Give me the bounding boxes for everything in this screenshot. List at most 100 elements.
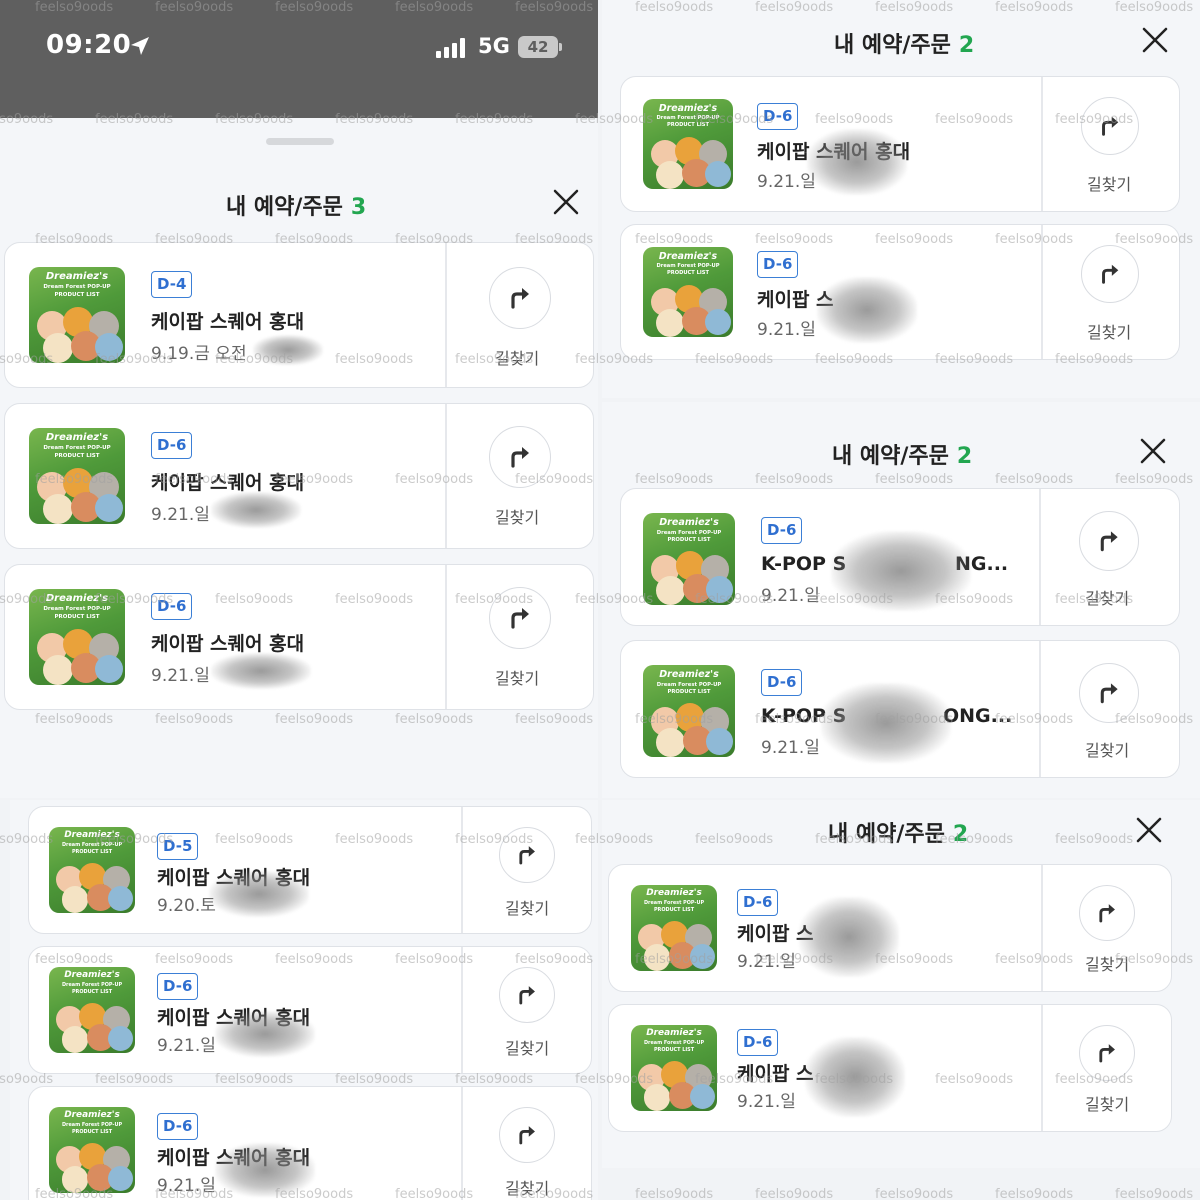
reservation-card[interactable]: Dreamiez's Dream Forest POP-UP PRODUCT LIS… [608, 1004, 1172, 1132]
reservation-count: 2 [952, 822, 969, 847]
directions-label: 길찾기 [1085, 955, 1130, 974]
thumbnail-subtitle: Dream Forest POP-UP [43, 606, 111, 613]
directions-button[interactable] [1079, 663, 1139, 723]
directions-label: 길찾기 [495, 508, 540, 527]
dday-badge: D-6 [151, 593, 193, 620]
directions-button[interactable] [489, 267, 551, 329]
directions-button[interactable] [499, 967, 555, 1023]
turn-right-arrow-icon [519, 1126, 535, 1145]
plush-figure [108, 1026, 134, 1052]
directions-button[interactable] [489, 426, 551, 488]
directions-label: 길찾기 [505, 899, 550, 918]
event-thumbnail: Dreamiez's Dream Forest POP-UP PRODUCT LIS… [643, 247, 733, 337]
directions-button[interactable] [489, 587, 551, 649]
sheet-title-text: 내 예약/주문 [834, 33, 951, 58]
directions-button[interactable] [1079, 511, 1139, 571]
reservation-card[interactable]: Dreamiez's Dream Forest POP-UP PRODUCT LIS… [28, 806, 592, 934]
event-thumbnail: Dreamiez's Dream Forest POP-UP PRODUCT LIS… [643, 99, 733, 189]
event-thumbnail: Dreamiez's Dream Forest POP-UP PRODUCT LIS… [643, 513, 735, 605]
reservation-card[interactable]: Dreamiez's Dream Forest POP-UP PRODUCT LIS… [4, 403, 594, 549]
reservation-card[interactable]: Dreamiez's Dream Forest POP-UP PRODUCT LIS… [620, 488, 1180, 626]
thumbnail-caption: PRODUCT LIST [71, 849, 113, 856]
reservation-card[interactable]: Dreamiez's Dream Forest POP-UP PRODUCT LIS… [4, 564, 594, 710]
signal-bars-icon [436, 38, 465, 58]
close-icon[interactable] [1135, 816, 1163, 844]
network-type: 5G [478, 34, 510, 58]
reservation-count: 2 [958, 33, 975, 58]
close-icon[interactable] [552, 188, 580, 216]
dday-badge: D-6 [737, 1029, 779, 1056]
plush-figure [43, 655, 73, 685]
reservation-card[interactable]: Dreamiez's Dream Forest POP-UP PRODUCT LIS… [608, 864, 1172, 992]
thumbnail-caption: PRODUCT LIST [653, 907, 695, 914]
reservation-card[interactable]: Dreamiez's Dream Forest POP-UP PRODUCT LIS… [4, 242, 594, 388]
directions-button[interactable] [1079, 885, 1135, 941]
dday-badge: D-4 [151, 271, 193, 298]
plush-figure [690, 1084, 716, 1110]
directions-label: 길찾기 [505, 1039, 550, 1058]
directions-button[interactable] [499, 827, 555, 883]
event-thumbnail: Dreamiez's Dream Forest POP-UP PRODUCT LIS… [49, 967, 135, 1053]
thumbnail-title: Dreamiez's [64, 970, 120, 981]
turn-right-arrow-icon [1100, 683, 1118, 704]
sheet-title-text: 내 예약/주문 [832, 444, 949, 469]
close-icon[interactable] [1139, 437, 1167, 465]
dday-badge: D-6 [757, 251, 799, 278]
thumbnail-subtitle: Dream Forest POP-UP [656, 115, 720, 122]
thumbnail-subtitle: Dream Forest POP-UP [61, 842, 123, 849]
thumbnail-caption: PRODUCT LIST [667, 688, 711, 695]
directions-label: 길찾기 [495, 669, 540, 688]
turn-right-arrow-icon [1099, 1044, 1115, 1063]
sheet-title: 내 예약/주문 2 [832, 438, 972, 470]
plush-figure [656, 576, 686, 605]
directions-button[interactable] [1081, 245, 1139, 303]
directions-label: 길찾기 [505, 1179, 550, 1198]
thumbnail-title: Dreamiez's [646, 1028, 702, 1039]
plush-figure [656, 728, 686, 757]
status-bar: 09:20 5G 42 [0, 0, 598, 118]
directions-button[interactable] [1081, 97, 1139, 155]
reservation-count: 3 [350, 195, 367, 220]
thumbnail-caption: PRODUCT LIST [71, 989, 113, 996]
reservation-card[interactable]: Dreamiez's Dream Forest POP-UP PRODUCT LIS… [28, 1086, 592, 1200]
thumbnail-title: Dreamiez's [659, 668, 719, 680]
thumbnail-caption: PRODUCT LIST [667, 536, 711, 543]
dday-badge: D-6 [761, 669, 803, 696]
thumbnail-title: Dreamiez's [658, 250, 718, 262]
venue-name: 케이팝 스퀘어 홍대 [151, 472, 305, 494]
turn-right-arrow-icon [1099, 904, 1115, 923]
close-icon[interactable] [1141, 26, 1169, 54]
venue-name-end: ONG... [943, 705, 1013, 727]
reservation-date: 9.21.일 [757, 320, 816, 340]
turn-right-arrow-icon [1102, 116, 1119, 136]
dday-badge: D-6 [151, 432, 193, 459]
directions-button[interactable] [499, 1107, 555, 1163]
watermark-text: feelso9oods [875, 1187, 954, 1200]
reservation-card[interactable]: Dreamiez's Dream Forest POP-UP PRODUCT LIS… [620, 76, 1180, 212]
panel-reservations-5: 내 예약/주문 2 Dreamiez's Dream Forest POP-UP PR… [602, 800, 1200, 1168]
thumbnail-title: Dreamiez's [45, 592, 109, 604]
event-thumbnail: Dreamiez's Dream Forest POP-UP PRODUCT LIS… [29, 267, 125, 363]
reservation-card[interactable]: Dreamiez's Dream Forest POP-UP PRODUCT LIS… [620, 224, 1180, 360]
event-thumbnail: Dreamiez's Dream Forest POP-UP PRODUCT LIS… [29, 589, 125, 685]
thumbnail-title: Dreamiez's [658, 102, 718, 114]
thumbnail-title: Dreamiez's [659, 516, 719, 528]
reservation-card[interactable]: Dreamiez's Dream Forest POP-UP PRODUCT LIS… [620, 640, 1180, 778]
battery-icon: 42 [518, 36, 562, 58]
turn-right-arrow-icon [1100, 531, 1118, 552]
turn-right-arrow-icon [511, 608, 529, 629]
watermark-text: feelso9oods [635, 1187, 714, 1200]
sheet-grabber[interactable] [266, 138, 334, 145]
plush-figure [95, 494, 123, 522]
thumbnail-caption: PRODUCT LIST [666, 122, 709, 129]
dday-badge: D-5 [157, 833, 199, 860]
panel-reservations-2: 내 예약/주문 2 Dreamiez's Dream Forest POP-UP PR… [602, 0, 1200, 398]
thumbnail-title: Dreamiez's [646, 888, 702, 899]
directions-button[interactable] [1079, 1025, 1135, 1081]
thumbnail-subtitle: Dream Forest POP-UP [656, 529, 722, 536]
plush-figure [108, 1166, 134, 1192]
reservation-card[interactable]: Dreamiez's Dream Forest POP-UP PRODUCT LIS… [28, 946, 592, 1074]
plush-figure [656, 308, 685, 337]
plush-figure [95, 655, 123, 683]
sheet-title: 내 예약/주문 3 [226, 189, 366, 221]
